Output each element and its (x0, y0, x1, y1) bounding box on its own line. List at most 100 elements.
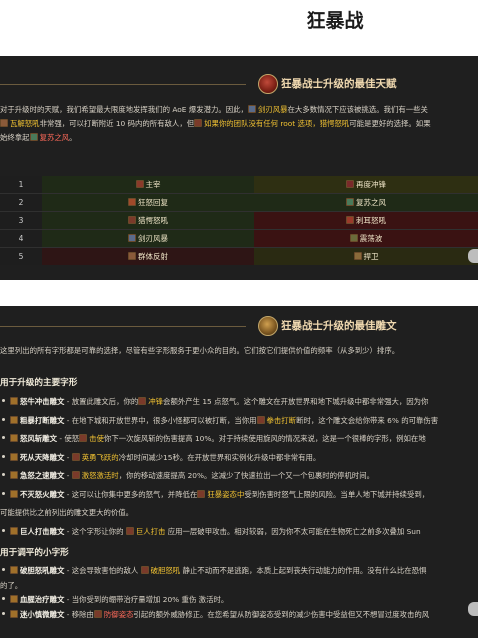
glyph-text: - (64, 471, 72, 480)
talents-intro-line3: 始终拿起 复苏之风。 (0, 133, 77, 142)
glyph-icon (10, 415, 18, 424)
ability-link[interactable]: 英勇飞跃的 (82, 453, 119, 462)
talents-heading: 狂暴战士升级的最佳天赋 (281, 78, 397, 90)
glyph-text: - (64, 452, 72, 462)
ability-icon (71, 471, 80, 479)
glyph-icon (10, 526, 18, 535)
glyph-text-rest: ，你的移动速度提高 20%。这减少了快速拉出一个又一个包裹时的停机时间。 (118, 471, 374, 480)
glyph-text-rest: 引起的额外威胁修正。在您希望从防御姿态受到的减少伤害中受益但又不想冒过度攻击的风 (133, 609, 430, 619)
glyph-item: 迷小慎微雕文 - 移除由 防御姿态引起的额外威胁修正。在您希望从防御姿态受到的减少… (0, 609, 478, 621)
talent-left[interactable]: 狂怒回复 (42, 194, 254, 211)
bullet-icon (2, 473, 5, 476)
glyph-item: 死从天降雕文 - 英勇飞跃的冷却时间减少15秒。在开放世界和实例化升级中都非常有… (0, 452, 478, 464)
glyph-text-rest: 会额外产生 15 点怒气。这个雕文在开放世界和地下城升级中都非常强大，因为你 (163, 397, 429, 406)
talents-header: 狂暴战士升级的最佳天赋 (0, 74, 478, 96)
page-title: 狂暴战 (306, 10, 364, 32)
glyph-text: - 使怒 (56, 434, 80, 443)
glyph-name: 不灭怒火雕文 (20, 489, 65, 499)
glyph-name: 死从天降雕文 (20, 452, 65, 462)
disrupting-shout-link[interactable]: 瓦解怒吼 (10, 119, 40, 128)
glyph-item: 的了。 (0, 580, 478, 592)
glyph-icon (10, 471, 18, 479)
ability-icon (138, 397, 147, 405)
talent-left[interactable]: 猎愕怒吼 (42, 212, 254, 229)
talent-left[interactable]: 主宰 (42, 176, 254, 193)
talent-row: 2 狂怒回复 复苏之风 (0, 194, 478, 211)
talent-row: 3 猎愕怒吼 刺耳怒吼 (0, 212, 478, 229)
glyph-item: 可能提供比之前列出的雕文更大的价值。 (0, 507, 478, 519)
talent-icon (128, 234, 136, 242)
ability-icon (71, 452, 80, 461)
talent-left[interactable]: 剑刃风暴 (42, 230, 254, 247)
talents-intro-line1: 对于升级时的天赋，我们希望最大限度地发挥我们的 AoE 爆发潜力。因此， 剑刃风暴… (0, 105, 428, 114)
ability-link[interactable]: 破胆怒吼 (151, 566, 181, 575)
glyph-icon (10, 566, 18, 574)
row-number: 1 (0, 176, 42, 193)
bullet-icon (2, 399, 5, 402)
glyphs-heading: 狂暴战士升级的最佳雕文 (281, 320, 397, 332)
piercing-howl-icon (194, 119, 203, 127)
talent-icon (349, 234, 358, 242)
glyph-item: 破胆怒吼雕文 - 这会导致害怕的敌人 破胆怒吼 静止不动而不是逃跑，本质上起到丧… (0, 565, 478, 577)
talent-icon (346, 198, 354, 206)
glyph-icon (10, 452, 18, 461)
talents-intro-line2: 瓦解怒吼非常强，可以打断附近 10 码内的所有敌人，但 如果你的团队没有任何 ro… (0, 117, 431, 130)
glyph-icon (10, 434, 18, 442)
ability-link[interactable]: 激怒激活时 (82, 471, 119, 480)
glyph-text: - 这会导致害怕的敌人 (64, 566, 141, 575)
talent-icon (353, 252, 362, 260)
glyph-text-rest: 的绷带治疗量增加 20% 重伤 激活时。 (101, 595, 229, 604)
glyph-text-rest: 断时，这个雕文会给你带来 6% 的可靠伤害 (296, 415, 439, 425)
glyph-item: 粗暴打断雕文 - 在地下城和开放世界中，很多小怪都可以被打断，当你用 拳击打断断时… (0, 415, 478, 427)
glyph-icon (10, 397, 18, 405)
ability-icon (140, 566, 149, 574)
glyph-text-rest: 静止不动而不是逃跑，本质上起到丧失行动能力的作用。没有什么比在恐惧 (180, 566, 427, 575)
glyph-text: - 当你受到 (64, 595, 102, 604)
talent-right[interactable]: 震荡波 (254, 230, 478, 247)
minor-glyphs-heading: 用于调平的小字形 (0, 548, 69, 558)
glyph-text: - 移除由 (64, 609, 94, 619)
ability-link[interactable]: 击使 (89, 434, 104, 443)
glyph-emblem-icon (258, 316, 278, 336)
talent-left[interactable]: 群体反射 (42, 248, 254, 265)
ability-link[interactable]: 防御姿态 (104, 610, 134, 619)
talents-panel: 狂暴战士升级的最佳天赋 对于升级时的天赋，我们希望最大限度地发挥我们的 AoE … (0, 56, 478, 280)
glyph-text-rest: 你下一次旋风斩的伤害提高 10%。对于持续使用旋风的情况来说，这是一个很棒的字形… (103, 434, 426, 443)
row-number: 5 (0, 248, 42, 265)
glyph-text: 的了。 (0, 580, 23, 590)
bullet-icon (2, 568, 5, 571)
talent-right[interactable]: 再度冲锋 (254, 176, 478, 193)
ability-icon (93, 609, 102, 618)
glyph-name: 粗暴打断雕文 (20, 415, 65, 425)
talent-right[interactable]: 捍卫 (254, 248, 478, 265)
bullet-icon (2, 454, 5, 458)
glyph-name: 怒风斩雕文 (20, 434, 57, 443)
glyph-text: - 在地下城和开放世界中，很多小怪都可以被打断，当你用 (64, 415, 257, 425)
ability-icon (79, 434, 88, 442)
talent-right[interactable]: 刺耳怒吼 (254, 212, 478, 229)
glyph-text: - 这个字形让你的 (64, 526, 126, 536)
glyph-item: 巨人打击雕文 - 这个字形让你的 巨人打击 应用一层破甲攻击。相对较弱，因为你不… (0, 526, 478, 538)
talent-row: 5 群体反射 捍卫 (0, 248, 478, 265)
bullet-icon (2, 491, 5, 495)
talent-row: 4 剑刃风暴 震荡波 (0, 230, 478, 247)
bladestorm-link[interactable]: 剑刃风暴 (258, 105, 288, 114)
ability-link[interactable]: 冲锋 (148, 397, 163, 406)
talent-icon (128, 216, 136, 224)
ability-icon (197, 489, 206, 498)
glyph-icon (10, 489, 18, 498)
bullet-icon (2, 611, 5, 615)
ability-link[interactable]: 狂暴姿态中 (207, 490, 244, 499)
glyph-item: 血腥治疗雕文 - 当你受到的绷带治疗量增加 20% 重伤 激活时。 (0, 594, 478, 606)
bullet-icon (2, 417, 5, 421)
glyph-icon (10, 595, 18, 603)
ability-link[interactable]: 拳击打断 (267, 416, 297, 425)
bullet-icon (2, 597, 5, 600)
glyph-item: 急怒之速雕文 - 激怒激活时，你的移动速度提高 20%。这减少了快速拉出一个又一… (0, 470, 478, 482)
ability-link[interactable]: 巨人打击 (136, 527, 166, 536)
piercing-howl-link[interactable]: 如果你的团队没有任何 root 选项，猎愕怒吼 (204, 119, 349, 128)
talent-right[interactable]: 复苏之风 (254, 194, 478, 211)
second-wind-link[interactable]: 复苏之风 (40, 133, 70, 142)
scroll-knob[interactable] (468, 249, 478, 263)
talent-icon (346, 216, 354, 224)
